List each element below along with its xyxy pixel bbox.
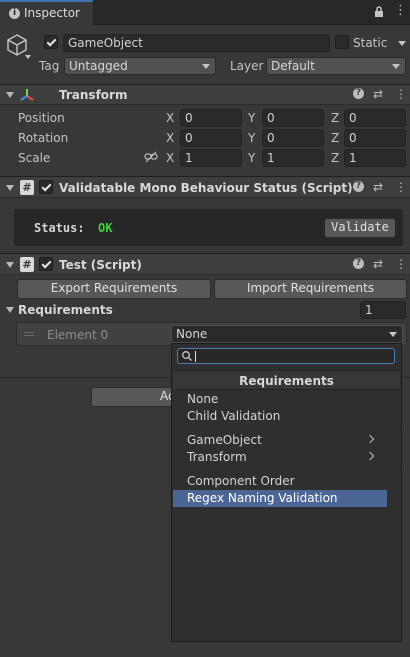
status-panel: Status: OK Validate [14,209,403,246]
test-component-title: Test (Script) [59,258,142,272]
tag-value: Untagged [69,59,128,73]
constrain-proportions-icon[interactable] [144,151,158,163]
position-z-field[interactable]: 0 [344,109,406,127]
component-menu-icon[interactable]: ⋮ [395,257,407,271]
menu-item-component-order[interactable]: Component Order [173,473,387,490]
layer-dropdown[interactable]: Default [266,57,406,75]
script-icon: # [20,180,34,195]
chevron-down-icon [392,64,400,69]
layer-label: Layer [230,59,264,73]
transform-header[interactable]: Transform ? ⇄ ⋮ [0,84,410,105]
menu-separator [173,470,402,471]
rotation-y-field[interactable]: 0 [262,129,324,147]
element-dropdown[interactable]: None [171,325,403,343]
axis-y-label[interactable]: Y [248,110,255,126]
scale-y-field[interactable]: 1 [262,149,324,167]
menu-item-transform[interactable]: Transform [173,449,387,466]
axis-x-label[interactable]: X [166,110,174,126]
rotation-x-field[interactable]: 0 [180,129,242,147]
presets-icon[interactable]: ⇄ [373,87,383,101]
axis-x-label[interactable]: X [166,150,174,166]
component-menu-icon[interactable]: ⋮ [395,180,407,194]
axis-z-label[interactable]: Z [331,110,339,126]
script-icon: # [20,257,34,272]
rotation-z-field[interactable]: 0 [344,129,406,147]
position-y-field[interactable]: 0 [262,109,324,127]
menu-item-child-validation[interactable]: Child Validation [173,408,387,425]
scale-x-field[interactable]: 1 [180,149,242,167]
gameobject-cube-icon [5,33,29,57]
enabled-checkbox[interactable] [39,257,53,271]
search-caret [195,351,196,362]
help-icon[interactable]: ? [353,258,364,269]
search-icon [181,350,193,362]
axis-y-label[interactable]: Y [248,130,255,146]
position-label: Position [18,111,65,125]
foldout-arrow-icon[interactable] [6,262,14,268]
tag-label: Tag [39,59,60,73]
layer-value: Default [271,59,315,73]
help-icon[interactable]: ? [353,88,364,99]
icon-dropdown-arrow[interactable] [25,55,31,59]
element-value: None [176,327,208,341]
status-value: OK [98,221,113,235]
static-dropdown-arrow[interactable] [398,41,406,46]
menu-item-regex-naming-validation[interactable]: Regex Naming Validation [173,490,387,507]
popup-header-title: Requirements [239,374,334,388]
axis-z-label[interactable]: Z [331,150,339,166]
component-menu-icon[interactable]: ⋮ [395,87,407,101]
test-component-header[interactable]: # Test (Script) ? ⇄ ⋮ [0,253,410,275]
search-input[interactable] [177,348,395,364]
position-x-field[interactable]: 0 [180,109,242,127]
foldout-arrow-icon[interactable] [6,92,14,98]
drag-handle-icon[interactable] [24,332,34,336]
popup-header: Requirements [173,370,400,390]
axis-z-label[interactable]: Z [331,130,339,146]
chevron-down-icon [389,332,397,337]
rotation-label: Rotation [18,131,69,145]
validate-button[interactable]: Validate [324,218,396,238]
tag-dropdown[interactable]: Untagged [64,57,216,75]
tab-title: Inspector [24,6,80,20]
scale-z-field[interactable]: 1 [344,149,406,167]
more-options-icon[interactable]: ⋮ [394,4,407,18]
active-checkbox[interactable] [44,35,58,49]
export-requirements-button[interactable]: Export Requirements [17,279,211,299]
object-name-field[interactable]: GameObject [63,34,330,52]
element-label: Element 0 [47,328,109,342]
menu-item-gameobject[interactable]: GameObject [173,432,387,449]
requirements-label: Requirements [18,303,113,317]
menu-item-label: GameObject [187,433,262,447]
foldout-arrow-icon[interactable] [6,185,14,191]
static-label: Static [353,36,388,50]
transform-title: Transform [59,88,128,102]
chevron-right-icon [365,434,375,444]
status-component-header[interactable]: # Validatable Mono Behaviour Status (Scr… [0,176,410,198]
menu-separator [173,430,402,431]
scale-label: Scale [18,151,51,165]
lock-icon[interactable] [374,6,384,18]
menu-item-none[interactable]: None [173,391,387,408]
static-checkbox[interactable] [335,35,349,49]
axis-x-label[interactable]: X [166,130,174,146]
axis-y-label[interactable]: Y [248,150,255,166]
requirements-popup: Requirements None Child Validation GameO… [171,343,402,642]
help-icon[interactable]: ? [353,181,364,192]
foldout-arrow-icon[interactable] [6,307,14,313]
status-label: Status: [34,221,85,235]
import-requirements-button[interactable]: Import Requirements [214,279,407,299]
presets-icon[interactable]: ⇄ [373,257,383,271]
transform-icon [19,87,35,103]
status-component-title: Validatable Mono Behaviour Status (Scrip… [59,181,353,195]
chevron-right-icon [365,451,375,461]
requirements-count-field[interactable]: 1 [360,301,406,319]
enabled-checkbox[interactable] [39,180,53,194]
tab-inspector[interactable]: i Inspector [0,0,93,26]
info-icon: i [9,8,20,19]
chevron-down-icon [202,64,210,69]
presets-icon[interactable]: ⇄ [373,180,383,194]
menu-item-label: Transform [187,450,247,464]
